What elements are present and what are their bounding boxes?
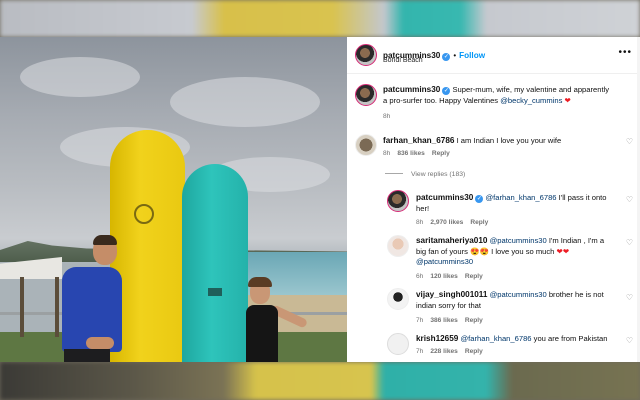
reply-avatar[interactable] <box>387 333 409 355</box>
caption-text-2: a pro-surfer too. Happy Valentines <box>383 95 499 105</box>
verified-icon: ✓ <box>442 87 451 95</box>
reply-text-2: big fan of yours <box>416 246 468 256</box>
reply: vijay_singh001011 @patcummins30 brother … <box>416 290 621 311</box>
caption-time: 8h <box>383 113 391 120</box>
reply-username[interactable]: krish12659 <box>416 334 458 343</box>
author-avatar[interactable] <box>355 44 377 66</box>
reply-button[interactable]: Reply <box>465 317 483 324</box>
reply-time: 8h <box>416 219 424 226</box>
reply: krish12659 @farhan_khan_6786 you are fro… <box>416 334 621 345</box>
teal-surfboard <box>182 164 248 362</box>
reply-likes[interactable]: 2,970 likes <box>430 219 463 226</box>
reply-time: 6h <box>416 273 424 280</box>
view-replies-button[interactable]: View replies (183) <box>385 171 465 178</box>
reply-time: 7h <box>416 348 424 355</box>
reply-text-2: her! <box>416 203 430 213</box>
like-heart-icon[interactable]: ♡ <box>626 293 633 302</box>
verified-icon: ✓ <box>442 53 451 61</box>
caption-text-1: Super-mum, wife, my valentine and appare… <box>452 85 610 94</box>
reply-meta: 6h 120 likes Reply <box>416 273 483 280</box>
reply-mention-link[interactable]: @farhan_khan_6786 <box>460 334 531 343</box>
like-heart-icon[interactable]: ♡ <box>626 195 633 204</box>
reply-text-1: I'll pass it onto <box>558 193 607 202</box>
reply-likes[interactable]: 386 likes <box>430 317 458 324</box>
reply: saritamaheriya010 @patcummins30 I'm Indi… <box>416 236 621 268</box>
like-heart-icon[interactable]: ♡ <box>626 238 633 247</box>
post-panel: patcummins30 ✓ • Follow Bondi Beach ••• pat… <box>347 37 640 362</box>
reply-mention-link[interactable]: @patcummins30 <box>416 257 473 266</box>
reply-button[interactable]: Reply <box>465 273 483 280</box>
heart-emoji: ❤ <box>564 95 571 105</box>
reply-username[interactable]: vijay_singh001011 <box>416 290 487 299</box>
heart-eyes-emoji: 😍😍 <box>470 246 489 256</box>
reply-username[interactable]: patcummins30 <box>416 193 473 202</box>
reply-button[interactable]: Reply <box>465 348 483 355</box>
reply-button[interactable]: Reply <box>432 150 450 157</box>
view-replies-label: View replies (183) <box>411 171 466 178</box>
verified-icon: ✓ <box>475 195 484 203</box>
caption-username[interactable]: patcummins30 <box>383 85 440 94</box>
post-photo[interactable] <box>0 37 347 362</box>
like-heart-icon[interactable]: ♡ <box>626 137 633 146</box>
reply: patcummins30 ✓ @farhan_khan_6786 I'll pas… <box>416 193 616 214</box>
divider-line <box>385 173 403 174</box>
reply-likes[interactable]: 228 likes <box>430 348 458 355</box>
reply-text-1: I'm Indian , I'm a <box>548 236 605 245</box>
more-options-icon[interactable]: ••• <box>618 47 632 58</box>
reply-text-2: indian sorry for that <box>416 300 481 310</box>
comment-time: 8h <box>383 150 391 157</box>
reply-text-3: I love you so much <box>491 246 555 256</box>
commenter-avatar[interactable] <box>355 134 377 156</box>
like-heart-icon[interactable]: ♡ <box>626 336 633 345</box>
reply-avatar[interactable] <box>387 235 409 257</box>
location-link[interactable]: Bondi Beach <box>383 57 423 64</box>
woman-figure <box>246 305 278 362</box>
reply-mention-link[interactable]: @patcummins30 <box>490 236 547 245</box>
reply-time: 7h <box>416 317 424 324</box>
reply-mention-link[interactable]: @farhan_khan_6786 <box>485 193 556 202</box>
reply-meta: 7h 386 likes Reply <box>416 317 483 324</box>
follow-button[interactable]: Follow <box>459 51 485 60</box>
reply-avatar[interactable] <box>387 288 409 310</box>
post-header: patcummins30 ✓ • Follow Bondi Beach ••• <box>347 37 640 74</box>
reply-mention-link[interactable]: @patcummins30 <box>490 290 547 299</box>
separator-dot: • <box>453 51 457 60</box>
reply-button[interactable]: Reply <box>470 219 488 226</box>
reply-meta: 7h 228 likes Reply <box>416 348 483 355</box>
comment-meta: 8h 836 likes Reply <box>383 150 450 157</box>
comment: farhan_khan_6786 I am Indian I love you … <box>383 136 561 147</box>
reply-text-1: you are from Pakistan <box>533 334 608 343</box>
caption-avatar[interactable] <box>355 84 377 106</box>
caption-mention-link[interactable]: @becky_cummins <box>500 96 562 105</box>
blurred-background-top <box>0 0 640 37</box>
caption: patcummins30 ✓ Super-mum, wife, my valent… <box>383 85 631 106</box>
comment-username[interactable]: farhan_khan_6786 <box>383 136 454 145</box>
reply-username[interactable]: saritamaheriya010 <box>416 236 487 245</box>
reply-meta: 8h 2,970 likes Reply <box>416 219 488 226</box>
heart-emoji: ❤❤ <box>556 246 570 256</box>
comment-likes[interactable]: 836 likes <box>397 150 425 157</box>
blurred-background-bottom <box>0 362 640 400</box>
reply-avatar[interactable] <box>387 190 409 212</box>
reply-text-1: brother he is not <box>548 290 604 299</box>
comment-text: I am Indian I love you your wife <box>456 136 562 145</box>
reply-likes[interactable]: 120 likes <box>430 273 458 280</box>
